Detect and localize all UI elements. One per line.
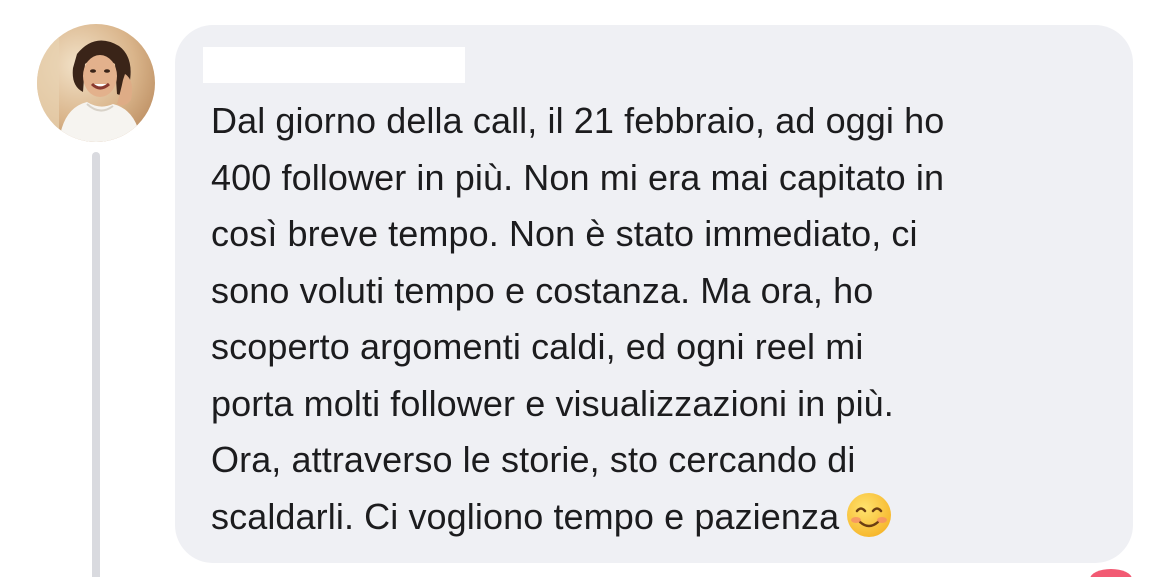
reaction-badge[interactable] [1090,569,1132,577]
comment-bubble: Dal giorno della call, il 21 febbraio, a… [175,25,1133,563]
comment-line: porta molti follower e visualizzazioni i… [211,382,894,424]
thread-line [92,152,100,577]
comment-line: scaldarli. Ci vogliono tempo e pazienza [211,495,840,537]
comment-line: 400 follower in più. Non mi era mai capi… [211,156,945,198]
comment-line: Ora, attraverso le storie, sto cercando … [211,439,856,480]
author-name[interactable] [203,47,465,83]
comment-text: Dal giorno della call, il 21 febbraio, a… [211,93,1116,555]
comment-thread: Dal giorno della call, il 21 febbraio, a… [0,0,1170,577]
comment-line-last: scaldarli. Ci vogliono tempo e pazienza [211,489,1116,556]
comment-line: così breve tempo. Non è stato immediato,… [211,213,918,254]
comment-line: scoperto argomenti caldi, ed ogni reel m… [211,326,864,367]
smiling-face-icon [845,491,893,556]
comment-line: Dal giorno della call, il 21 febbraio, a… [211,100,945,141]
avatar[interactable] [37,24,155,142]
avatar-photo [37,24,155,142]
comment-line: sono voluti tempo e costanza. Ma ora, ho [211,269,874,311]
